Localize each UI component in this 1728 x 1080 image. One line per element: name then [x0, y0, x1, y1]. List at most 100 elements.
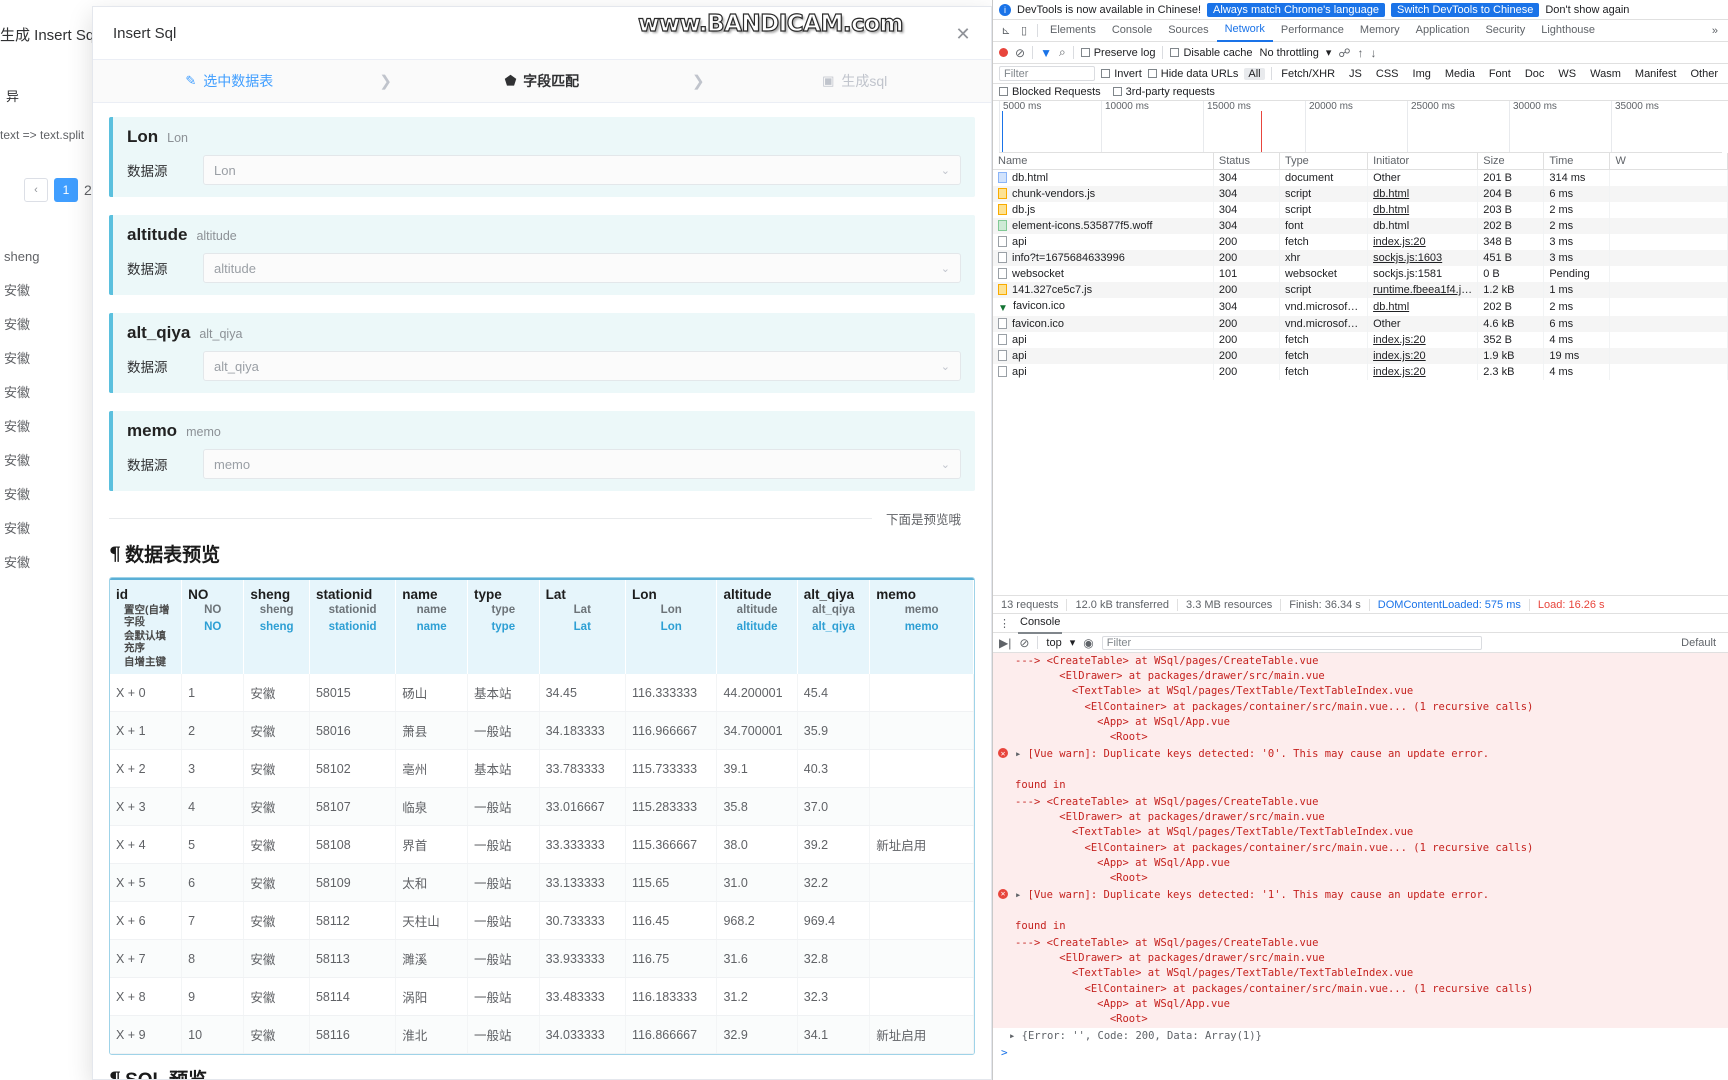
net-col-size[interactable]: Size — [1477, 153, 1545, 170]
tab-console-drawer[interactable]: Console — [1018, 613, 1063, 634]
disable-cache-checkbox[interactable]: Disable cache — [1170, 47, 1253, 59]
always-match-language-button[interactable]: Always match Chrome's language — [1207, 2, 1386, 17]
network-row[interactable]: 141.327ce5c7.js 200 script runtime.fbeea1f4… — [993, 282, 1728, 298]
more-tabs-icon[interactable]: » — [1706, 25, 1724, 37]
filter-icon[interactable]: ▼ — [1040, 46, 1052, 60]
tab-lighthouse[interactable]: Lighthouse — [1533, 20, 1603, 41]
request-initiator[interactable]: index.js:20 — [1367, 348, 1479, 364]
console-sidebar-icon[interactable]: ▶| — [999, 636, 1011, 650]
import-har-icon[interactable]: ↑ — [1358, 46, 1364, 60]
expand-arrow-icon[interactable]: ▸ — [1009, 1030, 1015, 1042]
tab-security[interactable]: Security — [1477, 20, 1533, 41]
console-context-select[interactable]: top — [1046, 637, 1061, 649]
tab-performance[interactable]: Performance — [1273, 20, 1352, 41]
type-filter-js[interactable]: JS — [1345, 68, 1366, 80]
type-filter-css[interactable]: CSS — [1372, 68, 1403, 80]
net-col-status[interactable]: Status — [1213, 153, 1280, 170]
network-row[interactable]: favicon.ico 200 vnd.microsof… Other 4.6 kB 6 … — [993, 316, 1728, 332]
network-filter-input[interactable]: Filter — [999, 66, 1096, 81]
network-row[interactable]: ▼ favicon.ico 304 vnd.microsof… db.html 202 B… — [993, 298, 1728, 316]
request-initiator[interactable]: index.js:20 — [1367, 332, 1479, 348]
net-col-initiator[interactable]: Initiator — [1367, 153, 1479, 170]
tab-network[interactable]: Network — [1216, 19, 1273, 42]
pagination-page-1[interactable]: 1 — [54, 178, 78, 202]
network-row[interactable]: api 200 fetch index.js:20 348 B3 ms — [993, 234, 1728, 250]
network-row[interactable]: api 200 fetch index.js:20 2.3 kB 4 ms — [993, 364, 1728, 380]
request-initiator[interactable]: index.js:20 — [1367, 234, 1479, 250]
net-col-type[interactable]: Type — [1279, 153, 1369, 170]
col-alt-qiya[interactable]: alt_qiya alt_qiya alt_qiya — [797, 578, 871, 675]
type-filter-img[interactable]: Img — [1409, 68, 1435, 80]
preserve-log-checkbox[interactable]: Preserve log — [1080, 47, 1155, 59]
datasource-select-memo[interactable]: memo ⌄ — [203, 449, 961, 479]
network-row[interactable]: db.js 304 script db.html 203 B2 ms — [993, 202, 1728, 218]
request-initiator[interactable]: db.html — [1367, 298, 1479, 316]
device-toolbar-icon[interactable]: ▯ — [1015, 22, 1033, 40]
net-col-waterfall[interactable]: W — [1609, 153, 1728, 170]
tab-memory[interactable]: Memory — [1352, 20, 1408, 41]
col-name[interactable]: name name name — [395, 578, 468, 675]
network-row[interactable]: db.html 304 document Other 201 B 314 ms — [993, 169, 1728, 186]
col-altitude[interactable]: altitude altitude altitude — [716, 578, 798, 675]
drawer-menu-icon[interactable]: ⋮ — [999, 617, 1010, 630]
dont-show-again-button[interactable]: Don't show again — [1545, 4, 1629, 16]
network-timeline[interactable]: 5000 ms 10000 ms 15000 ms 20000 ms 25000… — [999, 101, 1722, 153]
col-sheng[interactable]: sheng sheng sheng — [243, 578, 310, 675]
export-har-icon[interactable]: ↓ — [1371, 46, 1377, 60]
request-initiator[interactable]: index.js:20 — [1367, 364, 1479, 380]
search-icon[interactable]: ⌕ — [1059, 45, 1066, 60]
col-lon[interactable]: Lon Lon Lon — [625, 578, 718, 675]
request-initiator[interactable]: db.html — [1367, 186, 1479, 202]
tab-application[interactable]: Application — [1408, 20, 1478, 41]
wifi-icon[interactable]: ☍ — [1338, 46, 1350, 60]
throttling-select[interactable]: No throttling — [1260, 47, 1319, 59]
console-settings-eye-icon[interactable]: ◉ — [1083, 636, 1093, 650]
col-id[interactable]: id 置空(自增字段 会默认填充序 自增主键 — [110, 578, 183, 675]
switch-devtools-chinese-button[interactable]: Switch DevTools to Chinese — [1391, 2, 1540, 17]
console-levels-select[interactable]: Default — [1681, 637, 1722, 649]
col-memo[interactable]: memo memo memo — [869, 578, 974, 675]
request-initiator[interactable]: sockjs.js:1603 — [1367, 250, 1479, 266]
type-filter-ws[interactable]: WS — [1554, 68, 1580, 80]
hide-data-urls-checkbox[interactable]: Hide data URLs — [1147, 68, 1238, 80]
type-filter-doc[interactable]: Doc — [1521, 68, 1549, 80]
console-filter-input[interactable]: Filter — [1101, 635, 1482, 650]
record-icon[interactable] — [999, 48, 1008, 57]
datasource-select-altitude[interactable]: altitude ⌄ — [203, 253, 961, 283]
request-initiator[interactable]: runtime.fbeea1f4.js:1 — [1367, 282, 1479, 298]
tab-sources[interactable]: Sources — [1160, 20, 1216, 41]
net-col-time[interactable]: Time — [1543, 153, 1611, 170]
request-initiator[interactable]: db.html — [1367, 202, 1479, 218]
clear-console-icon[interactable]: ⊘ — [1019, 636, 1029, 650]
invert-checkbox[interactable]: Invert — [1101, 68, 1142, 80]
type-filter-wasm[interactable]: Wasm — [1586, 68, 1625, 80]
network-row[interactable]: element-icons.535877f5.woff 304 font db.htm… — [993, 218, 1728, 234]
type-filter-all[interactable]: All — [1244, 67, 1265, 80]
network-row[interactable]: chunk-vendors.js 304 script db.html 204 B6 m… — [993, 186, 1728, 202]
tab-console[interactable]: Console — [1104, 20, 1160, 41]
expand-arrow-icon[interactable]: ▸ — [1015, 748, 1028, 760]
datasource-select-alt-qiya[interactable]: alt_qiya ⌄ — [203, 351, 961, 381]
network-row[interactable]: info?t=1675684633996 200 xhr sockjs.js:1603… — [993, 250, 1728, 266]
console-input-prompt[interactable]: > — [993, 1044, 1728, 1061]
third-party-checkbox[interactable]: 3rd-party requests — [1112, 86, 1215, 98]
type-filter-font[interactable]: Font — [1485, 68, 1515, 80]
pagination[interactable]: ‹ 1 2 — [24, 178, 92, 202]
step-field-match[interactable]: ⬟ 字段匹配 — [406, 71, 679, 91]
col-type[interactable]: type type type — [467, 578, 540, 675]
inspect-element-icon[interactable]: ⊾ — [997, 22, 1015, 40]
net-col-name[interactable]: Name — [993, 153, 1214, 170]
step-select-table[interactable]: ✎ 选中数据表 — [93, 71, 366, 91]
pagination-page-2[interactable]: 2 — [84, 182, 92, 198]
chevron-down-icon[interactable]: ▾ — [1070, 636, 1076, 649]
network-row[interactable]: api 200 fetch index.js:20 1.9 kB 19 ms — [993, 348, 1728, 364]
tab-elements[interactable]: Elements — [1042, 20, 1104, 41]
chevron-down-icon[interactable]: ▾ — [1326, 46, 1332, 59]
network-row[interactable]: api 200 fetch index.js:20 352 B4 ms — [993, 332, 1728, 348]
type-filter-fetchxhr[interactable]: Fetch/XHR — [1277, 68, 1339, 80]
col-no[interactable]: NO NO NO — [181, 578, 245, 675]
type-filter-media[interactable]: Media — [1441, 68, 1479, 80]
blocked-requests-checkbox[interactable]: Blocked Requests — [999, 86, 1101, 98]
expand-arrow-icon[interactable]: ▸ — [1015, 889, 1028, 901]
close-icon[interactable]: ✕ — [953, 24, 973, 44]
